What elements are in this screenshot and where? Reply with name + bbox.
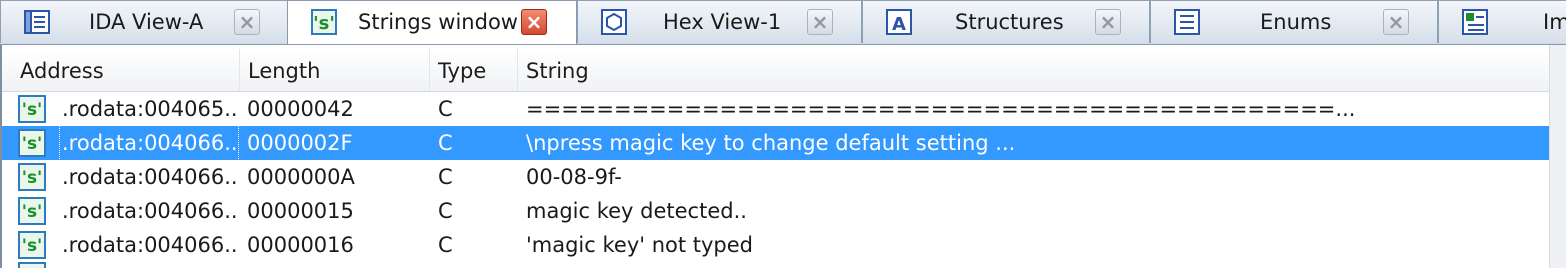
close-icon[interactable]: × [807,9,833,35]
svg-text:A: A [892,14,906,35]
svg-text:'s': 's' [313,13,335,34]
tab-structures[interactable]: A Structures × [862,0,1150,43]
tab-label: Strings window [358,10,518,34]
tab-imports[interactable]: Im [1438,0,1566,43]
type-cell: C [438,165,453,189]
string-cell: 00-08-9f- [526,165,622,189]
tab-label: IDA View-A [89,10,204,34]
length-cell: 00000016 [247,233,354,257]
address-cell: .rodata:004066... [62,199,238,223]
type-cell: C [438,199,453,223]
tab-label: Im [1543,10,1566,34]
table-row[interactable]: 's' .rodata:004066... 00000016 C 'magic … [2,228,1552,262]
type-cell: C [438,233,453,257]
hex-view-icon [601,9,627,35]
close-icon[interactable]: × [1095,9,1121,35]
svg-text:'s': 's' [22,202,43,222]
strings-list: Address Length Type String 's' .rodata:0… [0,45,1566,268]
svg-text:'s': 's' [22,134,43,154]
tab-enums[interactable]: Enums × [1150,0,1438,43]
length-cell: 00000015 [247,199,354,223]
imports-icon [1462,9,1488,35]
svg-text:'s': 's' [22,168,43,188]
address-cell: .rodata:004066... [59,125,239,161]
column-header-row: Address Length Type String [2,49,1552,92]
column-header-string[interactable]: String [518,49,1552,91]
tab-bar: IDA View-A × 's' Strings window × Hex Vi… [0,0,1566,45]
tab-strings-window[interactable]: 's' Strings window × [287,0,577,44]
string-icon: 's' [18,231,46,259]
string-cell: magic key detected.. [526,199,747,223]
string-icon: 's' [18,197,46,225]
column-header-length[interactable]: Length [240,49,430,91]
structures-icon: A [886,9,912,35]
type-cell: C [438,97,453,121]
address-cell: .rodata:004066... [62,165,238,189]
string-icon: 's' [18,163,46,191]
string-cell: 'magic key' not typed [526,233,754,257]
tab-label: Structures [955,10,1064,34]
tab-label: Enums [1260,10,1332,34]
svg-text:'s': 's' [22,236,43,256]
tab-ida-view-a[interactable]: IDA View-A × [0,0,290,43]
table-row[interactable]: 's' .rodata:004066... 0000000A C 00-08-9… [2,160,1552,194]
strings-icon: 's' [311,9,337,35]
table-row[interactable]: 's' .rodata:004065... 00000042 C =======… [2,92,1552,126]
table-row-selected[interactable]: 's' .rodata:004066... 0000002F C \npress… [2,125,1552,161]
tab-label: Hex View-1 [663,10,782,34]
type-cell: C [438,131,453,155]
length-cell: 0000000A [247,165,355,189]
column-header-type[interactable]: Type [430,49,518,91]
string-icon: 's' [18,129,46,157]
length-cell: 00000042 [247,97,354,121]
enums-icon [1174,9,1200,35]
string-icon: 's' [18,95,46,123]
column-header-address[interactable]: Address [12,49,240,91]
address-cell: .rodata:004065... [62,97,238,121]
address-cell: .rodata:004066... [62,233,238,257]
ida-view-icon [24,10,50,34]
string-cell: \npress magic key to change default sett… [526,131,1016,155]
string-icon [18,262,46,268]
tab-hex-view-1[interactable]: Hex View-1 × [577,0,862,43]
close-icon[interactable]: × [234,9,260,35]
close-icon[interactable]: × [521,9,547,35]
close-icon[interactable]: × [1383,9,1409,35]
string-cell: ========================================… [526,97,1356,121]
svg-text:'s': 's' [22,100,43,120]
vertical-scrollbar[interactable] [1549,45,1566,268]
length-cell: 0000002F [247,131,353,155]
table-row[interactable]: 's' .rodata:004066... 00000015 C magic k… [2,194,1552,228]
